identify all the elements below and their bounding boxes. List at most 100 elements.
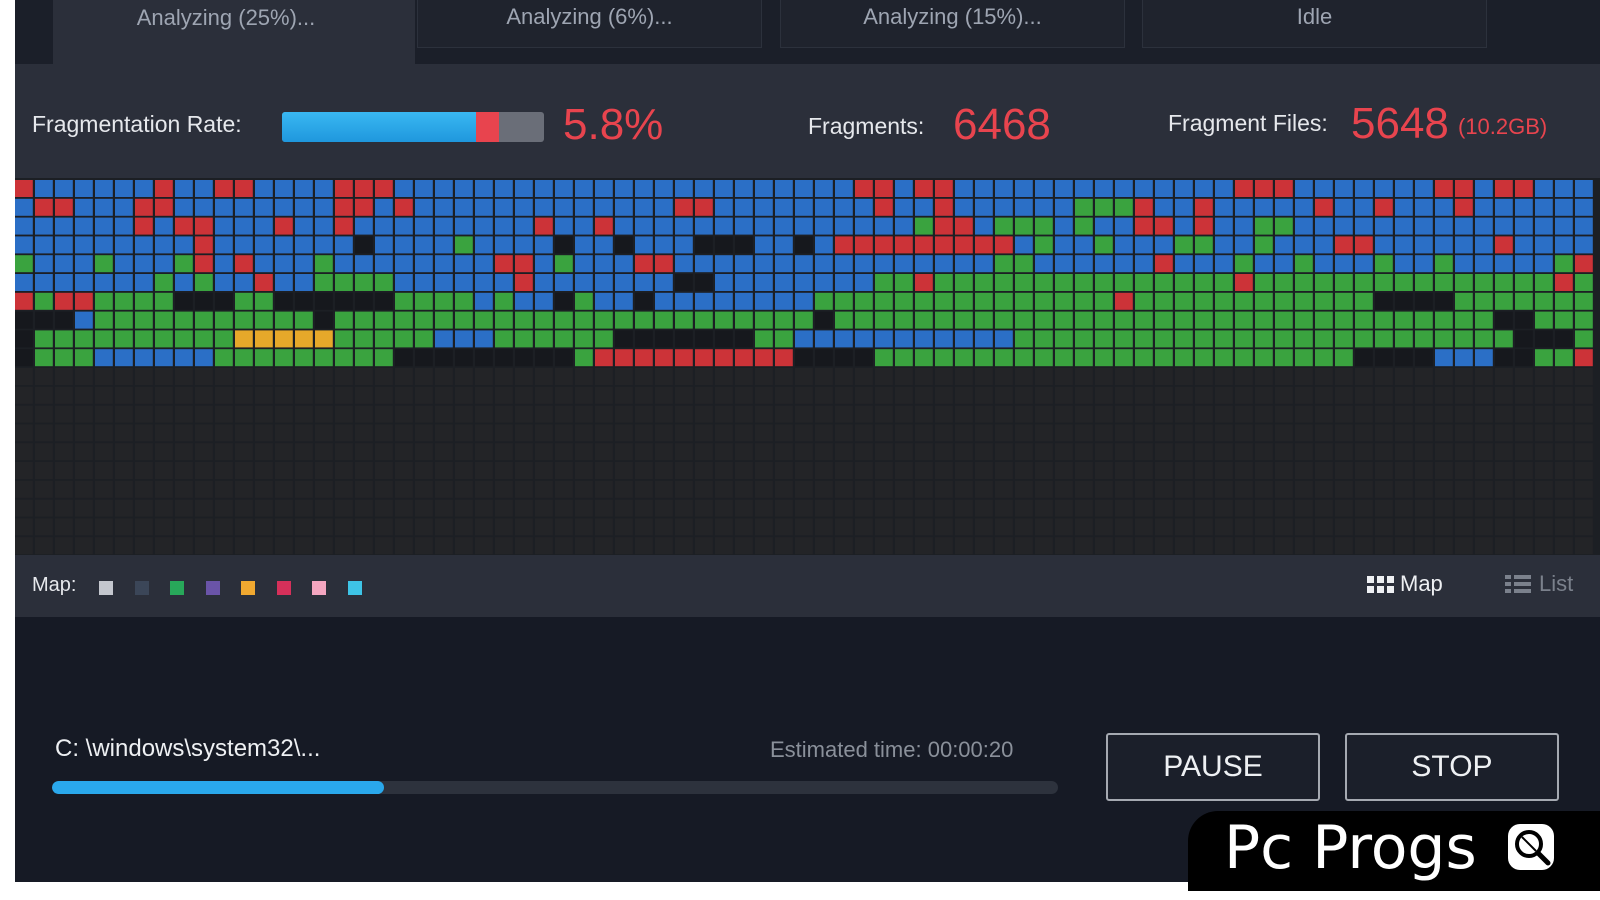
disk-block xyxy=(1475,236,1493,254)
disk-block xyxy=(215,198,233,216)
disk-block xyxy=(895,255,913,273)
disk-block xyxy=(1015,292,1033,310)
disk-block xyxy=(1495,518,1513,536)
estimated-time: Estimated time: 00:00:20 xyxy=(770,737,1014,762)
disk-block xyxy=(1035,274,1053,291)
disk-block xyxy=(1555,424,1573,442)
disk-block xyxy=(1415,292,1433,310)
disk-block xyxy=(955,180,973,197)
disk-block xyxy=(195,274,213,291)
disk-block xyxy=(275,292,293,310)
disk-block xyxy=(715,198,733,216)
disk-block xyxy=(1255,368,1273,385)
disk-block xyxy=(1275,198,1293,216)
disk-block xyxy=(1515,368,1533,385)
disk-block xyxy=(1135,349,1153,367)
list-view-button[interactable]: List xyxy=(1505,571,1573,597)
disk-block xyxy=(715,405,733,423)
disk-block xyxy=(1375,349,1393,367)
disk-block xyxy=(435,349,453,367)
map-view-button[interactable]: Map xyxy=(1367,571,1443,597)
disk-block xyxy=(95,499,113,517)
disk-block xyxy=(1395,198,1413,216)
disk-block xyxy=(135,236,153,254)
disk-block xyxy=(295,236,313,254)
disk-block xyxy=(435,424,453,442)
disk-block xyxy=(1175,292,1193,310)
disk-block xyxy=(895,180,913,197)
disk-block xyxy=(235,537,253,555)
disk-block xyxy=(235,424,253,442)
disk-block xyxy=(1155,462,1173,479)
disk-block xyxy=(415,405,433,423)
disk-block xyxy=(695,443,713,461)
disk-block xyxy=(695,255,713,273)
disk-block xyxy=(195,330,213,348)
disk-block xyxy=(855,255,873,273)
disk-block xyxy=(1115,349,1133,367)
disk-block xyxy=(835,386,853,404)
disk-block xyxy=(275,443,293,461)
defrag-window: Analyzing (25%)... Analyzing (6%)... Ana… xyxy=(15,0,1600,882)
disk-block xyxy=(775,274,793,291)
disk-block xyxy=(155,217,173,235)
stop-button[interactable]: STOP xyxy=(1345,733,1559,801)
disk-block xyxy=(655,537,673,555)
disk-block xyxy=(755,405,773,423)
disk-block xyxy=(355,236,373,254)
disk-block xyxy=(75,198,93,216)
disk-block xyxy=(855,462,873,479)
disk-block xyxy=(155,462,173,479)
disk-block xyxy=(555,180,573,197)
disk-block xyxy=(255,274,273,291)
disk-block xyxy=(695,236,713,254)
disk-block xyxy=(1215,180,1233,197)
disk-block xyxy=(115,255,133,273)
disk-block xyxy=(335,443,353,461)
tab-drive-2[interactable]: Analyzing (6%)... xyxy=(417,0,762,48)
disk-block xyxy=(1455,255,1473,273)
disk-block xyxy=(15,480,33,498)
disk-block xyxy=(755,180,773,197)
disk-block xyxy=(335,180,353,197)
disk-block xyxy=(75,255,93,273)
disk-block xyxy=(595,330,613,348)
disk-block xyxy=(975,443,993,461)
disk-block xyxy=(1355,424,1373,442)
tab-drive-1[interactable]: Analyzing (25%)... xyxy=(53,0,415,64)
disk-block xyxy=(75,462,93,479)
disk-block xyxy=(135,537,153,555)
disk-block xyxy=(175,518,193,536)
disk-block xyxy=(135,180,153,197)
pause-button[interactable]: PAUSE xyxy=(1106,733,1320,801)
disk-block xyxy=(595,462,613,479)
disk-block xyxy=(1555,499,1573,517)
disk-block xyxy=(615,499,633,517)
tab-drive-3[interactable]: Analyzing (15%)... xyxy=(780,0,1125,48)
disk-block xyxy=(1375,405,1393,423)
disk-block xyxy=(715,255,733,273)
disk-block xyxy=(615,349,633,367)
disk-block xyxy=(355,292,373,310)
disk-block xyxy=(315,462,333,479)
disk-block xyxy=(1115,217,1133,235)
disk-block xyxy=(1095,236,1113,254)
disk-block xyxy=(675,462,693,479)
disk-block xyxy=(1015,537,1033,555)
disk-block xyxy=(655,499,673,517)
disk-block xyxy=(875,330,893,348)
fragments-label: Fragments: xyxy=(808,113,925,139)
disk-block xyxy=(375,311,393,329)
disk-block xyxy=(115,499,133,517)
disk-block xyxy=(935,255,953,273)
disk-block xyxy=(1135,424,1153,442)
fragment-files-size: (10.2GB) xyxy=(1458,114,1548,139)
disk-block xyxy=(1035,198,1053,216)
disk-block xyxy=(1355,255,1373,273)
disk-block xyxy=(835,292,853,310)
disk-block xyxy=(555,424,573,442)
tab-drive-4[interactable]: Idle xyxy=(1142,0,1487,48)
disk-block xyxy=(1035,537,1053,555)
disk-block xyxy=(1055,292,1073,310)
disk-block xyxy=(175,537,193,555)
